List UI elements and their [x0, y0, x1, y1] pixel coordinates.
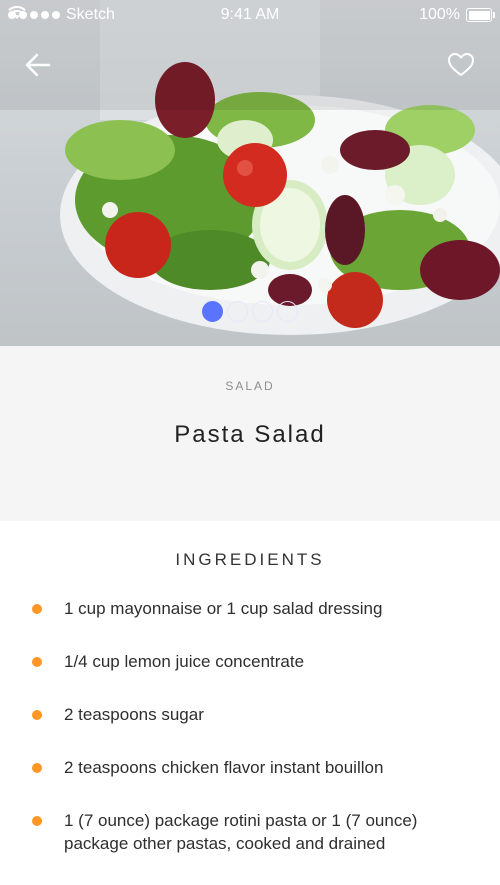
list-item: 1 cup mayonnaise or 1 cup salad dressing	[0, 597, 500, 620]
ingredient-text: 2 teaspoons sugar	[64, 705, 204, 724]
image-pager	[0, 301, 500, 322]
ingredient-text: 2 teaspoons chicken flavor instant bouil…	[64, 758, 384, 777]
list-item: 2 teaspoons sugar	[0, 703, 500, 726]
ingredients-heading: INGREDIENTS	[175, 550, 325, 569]
favorite-button[interactable]	[444, 48, 478, 82]
back-button[interactable]	[22, 48, 56, 82]
recipe-header: SALAD Pasta Salad	[0, 346, 500, 521]
arrow-left-icon	[25, 53, 51, 77]
bullet-icon	[32, 710, 42, 720]
pager-dot[interactable]	[277, 301, 298, 322]
ingredients-list: 1 cup mayonnaise or 1 cup salad dressing…	[0, 597, 500, 885]
list-item: 2 teaspoons chicken flavor instant bouil…	[0, 756, 500, 779]
salad-photo	[0, 0, 500, 335]
battery-percentage: 100%	[419, 6, 460, 23]
recipe-category: SALAD	[225, 379, 275, 393]
ingredient-text: 1 cup mayonnaise or 1 cup salad dressing	[64, 599, 383, 618]
bullet-icon	[32, 657, 42, 667]
bullet-icon	[32, 763, 42, 773]
hero-image: Sketch 9:41 AM 100%	[0, 0, 500, 346]
list-item: 1/4 cup lemon juice concentrate	[0, 650, 500, 673]
recipe-title: Pasta Salad	[174, 421, 326, 448]
status-right: 100%	[419, 6, 495, 24]
ingredient-text: 1 (7 ounce) package rotini pasta or 1 (7…	[64, 811, 418, 853]
bullet-icon	[32, 816, 42, 826]
ingredients-section: INGREDIENTS 1 cup mayonnaise or 1 cup sa…	[0, 521, 500, 853]
bullet-icon	[32, 604, 42, 614]
heart-outline-icon	[448, 53, 474, 76]
battery-icon	[466, 8, 495, 22]
pager-dot[interactable]	[252, 301, 273, 322]
list-item: 1 (7 ounce) package rotini pasta or 1 (7…	[0, 809, 500, 855]
pager-dot[interactable]	[227, 301, 248, 322]
status-bar: Sketch 9:41 AM 100%	[0, 0, 500, 30]
pager-dot[interactable]	[202, 301, 223, 322]
ingredient-text: 1/4 cup lemon juice concentrate	[64, 652, 305, 671]
